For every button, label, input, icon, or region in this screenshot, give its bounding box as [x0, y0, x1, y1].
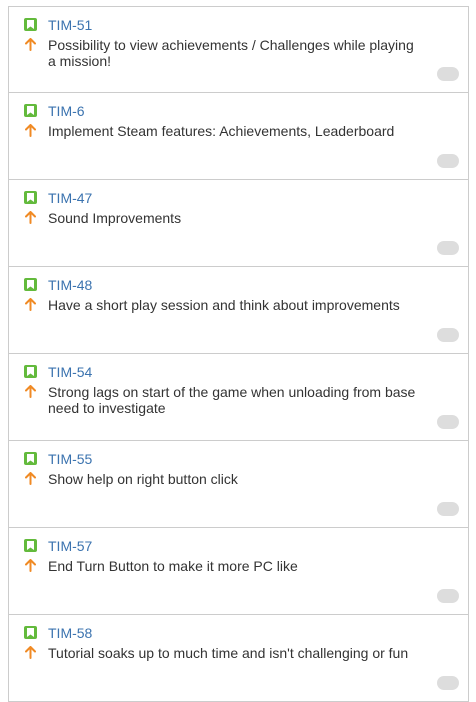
issue-summary: Implement Steam features: Achievements, … [48, 123, 395, 139]
priority-up-arrow-icon [24, 559, 37, 575]
issue-card[interactable]: TIM-6 Implement Steam features: Achievem… [8, 93, 469, 180]
issue-card[interactable]: TIM-57 End Turn Button to make it more P… [8, 528, 469, 615]
issue-key-link[interactable]: TIM-48 [48, 277, 92, 293]
issue-summary: Strong lags on start of the game when un… [48, 384, 416, 416]
story-icon [24, 191, 37, 204]
priority-up-arrow-icon [24, 211, 37, 227]
issue-summary: Have a short play session and think abou… [48, 297, 400, 313]
card-toggle[interactable] [437, 415, 459, 429]
story-icon [24, 539, 37, 552]
story-icon [24, 626, 37, 639]
priority-up-arrow-icon [24, 38, 37, 54]
issue-key-link[interactable]: TIM-51 [48, 17, 92, 33]
issue-card[interactable]: TIM-48 Have a short play session and thi… [8, 267, 469, 354]
priority-up-arrow-icon [24, 298, 37, 314]
card-toggle[interactable] [437, 67, 459, 81]
card-toggle[interactable] [437, 328, 459, 342]
issue-key-link[interactable]: TIM-6 [48, 103, 85, 119]
issue-card[interactable]: TIM-51 Possibility to view achievements … [8, 6, 469, 93]
priority-up-arrow-icon [24, 646, 37, 662]
priority-up-arrow-icon [24, 124, 37, 140]
issue-key-link[interactable]: TIM-54 [48, 364, 92, 380]
story-icon [24, 278, 37, 291]
story-icon [24, 104, 37, 117]
card-toggle[interactable] [437, 589, 459, 603]
card-toggle[interactable] [437, 154, 459, 168]
priority-up-arrow-icon [24, 472, 37, 488]
issue-summary: Tutorial soaks up to much time and isn't… [48, 645, 409, 661]
issue-card[interactable]: TIM-54 Strong lags on start of the game … [8, 354, 469, 441]
issue-card[interactable]: TIM-58 Tutorial soaks up to much time an… [8, 615, 469, 702]
issue-key-link[interactable]: TIM-47 [48, 190, 92, 206]
issue-summary: Sound Improvements [48, 210, 182, 226]
issue-card[interactable]: TIM-55 Show help on right button click [8, 441, 469, 528]
story-icon [24, 452, 37, 465]
priority-up-arrow-icon [24, 385, 37, 401]
card-toggle[interactable] [437, 676, 459, 690]
card-toggle[interactable] [437, 502, 459, 516]
issue-list: TIM-51 Possibility to view achievements … [8, 6, 469, 702]
issue-key-link[interactable]: TIM-57 [48, 538, 92, 554]
issue-summary: End Turn Button to make it more PC like [48, 558, 298, 574]
story-icon [24, 365, 37, 378]
card-toggle[interactable] [437, 241, 459, 255]
issue-summary: Show help on right button click [48, 471, 238, 487]
issue-key-link[interactable]: TIM-58 [48, 625, 92, 641]
issue-card[interactable]: TIM-47 Sound Improvements [8, 180, 469, 267]
issue-key-link[interactable]: TIM-55 [48, 451, 92, 467]
story-icon [24, 18, 37, 31]
issue-summary: Possibility to view achievements / Chall… [48, 37, 414, 69]
